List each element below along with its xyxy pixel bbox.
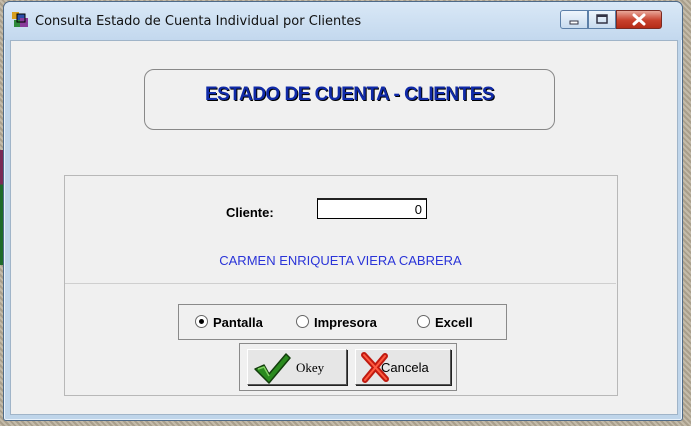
radio-pantalla-label: Pantalla <box>213 315 263 330</box>
buttons-panel: Okey Cancela <box>239 343 457 391</box>
close-button[interactable] <box>616 10 662 29</box>
maximize-icon <box>596 14 608 24</box>
minimize-icon <box>569 20 579 25</box>
radio-impresora[interactable]: Impresora <box>296 315 377 330</box>
cancela-label: Cancela <box>381 360 429 375</box>
radio-selected-icon <box>195 315 208 328</box>
checkmark-icon <box>254 353 291 384</box>
close-icon <box>632 13 646 26</box>
output-options-group: Pantalla Impresora Excell <box>178 304 507 340</box>
cliente-input[interactable]: 0 <box>317 198 427 219</box>
form-title: ESTADO DE CUENTA - CLIENTES <box>204 84 495 105</box>
radio-impresora-label: Impresora <box>314 315 377 330</box>
title-bar[interactable]: Consulta Estado de Cuenta Individual por… <box>4 2 682 40</box>
window-client-area: ESTADO DE CUENTA - CLIENTES Cliente: 0 C… <box>10 40 678 415</box>
cliente-label: Cliente: <box>226 205 274 220</box>
cancela-button[interactable]: Cancela <box>355 349 451 385</box>
app-icon[interactable] <box>12 11 29 28</box>
radio-excell[interactable]: Excell <box>417 315 473 330</box>
okey-button[interactable]: Okey <box>247 349 347 385</box>
minimize-button[interactable] <box>560 10 588 29</box>
client-name-text: CARMEN ENRIQUETA VIERA CABRERA <box>219 253 462 268</box>
radio-excell-label: Excell <box>435 315 473 330</box>
maximize-button[interactable] <box>588 10 616 29</box>
main-window: Consulta Estado de Cuenta Individual por… <box>3 1 683 421</box>
okey-label: Okey <box>296 360 325 375</box>
radio-pantalla[interactable]: Pantalla <box>195 315 263 330</box>
group-divider <box>65 283 616 284</box>
header-panel: ESTADO DE CUENTA - CLIENTES <box>144 69 555 130</box>
window-title: Consulta Estado de Cuenta Individual por… <box>35 14 362 29</box>
radio-unselected-icon <box>296 315 309 328</box>
radio-unselected-icon <box>417 315 430 328</box>
